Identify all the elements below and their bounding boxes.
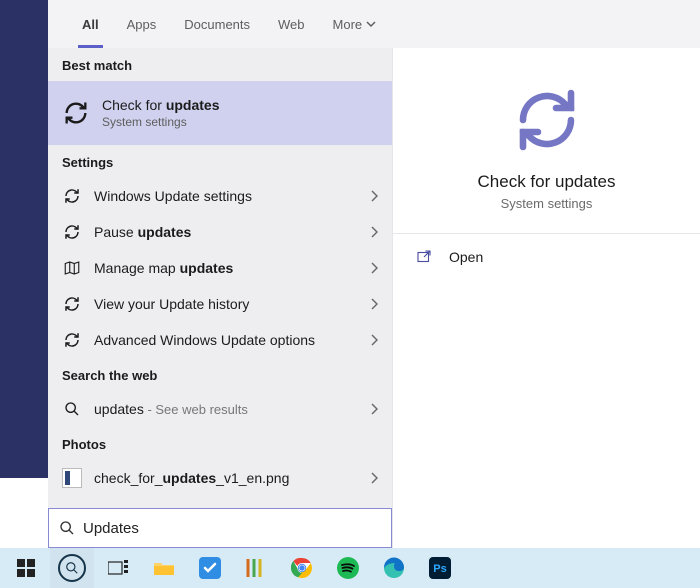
chevron-right-icon xyxy=(370,226,378,238)
search-icon xyxy=(58,554,86,582)
start-search-panel: All Apps Documents Web More Best match C… xyxy=(48,0,700,548)
sync-icon xyxy=(62,294,82,314)
preview-hero: Check for updates System settings xyxy=(478,84,616,211)
chevron-right-icon xyxy=(370,403,378,415)
chevron-right-icon xyxy=(370,298,378,310)
search-icon xyxy=(62,399,82,419)
result-windows-update-settings[interactable]: Windows Update settings xyxy=(48,178,392,214)
result-preview-pane: Check for updates System settings Open xyxy=(392,48,700,548)
result-view-update-history[interactable]: View your Update history xyxy=(48,286,392,322)
result-photo-file[interactable]: check_for_updates_v1_en.png xyxy=(48,460,392,496)
sync-icon xyxy=(62,222,82,242)
preview-title: Check for updates xyxy=(478,172,616,192)
search-panel-body: Best match Check for updates System sett… xyxy=(48,48,700,548)
sync-icon xyxy=(62,99,90,127)
result-best-match[interactable]: Check for updates System settings xyxy=(48,81,392,145)
taskbar-app-file-explorer[interactable] xyxy=(142,548,186,588)
sync-icon xyxy=(62,330,82,350)
open-icon xyxy=(415,248,433,266)
taskbar-app-edge[interactable] xyxy=(372,548,416,588)
chevron-right-icon xyxy=(370,334,378,346)
preview-action-open-label: Open xyxy=(449,249,483,265)
chevron-right-icon xyxy=(370,262,378,274)
section-header-search-web: Search the web xyxy=(48,358,392,391)
section-header-best-match: Best match xyxy=(48,48,392,81)
tab-all[interactable]: All xyxy=(68,0,113,48)
chevron-right-icon xyxy=(370,190,378,202)
sync-icon xyxy=(62,186,82,206)
result-manage-map-updates[interactable]: Manage map updates xyxy=(48,250,392,286)
chevron-down-icon xyxy=(366,19,376,29)
taskbar-app-chrome[interactable] xyxy=(280,548,324,588)
svg-text:Ps: Ps xyxy=(433,563,446,575)
taskbar-search-button[interactable] xyxy=(50,548,94,588)
result-advanced-update-options[interactable]: Advanced Windows Update options xyxy=(48,322,392,358)
map-icon xyxy=(62,258,82,278)
taskbar: Ps xyxy=(0,548,700,588)
section-header-photos: Photos xyxy=(48,427,392,460)
task-view-button[interactable] xyxy=(96,548,140,588)
tab-apps[interactable]: Apps xyxy=(113,0,171,48)
search-input[interactable] xyxy=(83,520,381,537)
tab-more[interactable]: More xyxy=(319,0,391,48)
result-best-match-text: Check for updates System settings xyxy=(102,97,220,129)
taskbar-app-spotify[interactable] xyxy=(326,548,370,588)
search-icon xyxy=(59,520,75,536)
desktop-background xyxy=(0,478,48,548)
preview-subtitle: System settings xyxy=(501,196,593,211)
start-button[interactable] xyxy=(4,548,48,588)
tab-more-label: More xyxy=(333,17,363,32)
taskbar-app-stripes[interactable] xyxy=(234,548,278,588)
sync-icon xyxy=(511,84,583,156)
tab-web[interactable]: Web xyxy=(264,0,319,48)
search-box[interactable] xyxy=(48,508,392,548)
chevron-right-icon xyxy=(370,472,378,484)
result-pause-updates[interactable]: Pause updates xyxy=(48,214,392,250)
image-thumbnail-icon xyxy=(62,468,82,488)
search-results-column: Best match Check for updates System sett… xyxy=(48,48,392,548)
taskbar-app-todo[interactable] xyxy=(188,548,232,588)
tab-documents[interactable]: Documents xyxy=(170,0,264,48)
preview-action-open[interactable]: Open xyxy=(393,234,700,280)
result-web-search[interactable]: updates - See web results xyxy=(48,391,392,427)
search-scope-tabs: All Apps Documents Web More xyxy=(48,0,700,48)
section-header-settings: Settings xyxy=(48,145,392,178)
taskbar-app-photoshop[interactable]: Ps xyxy=(418,548,462,588)
